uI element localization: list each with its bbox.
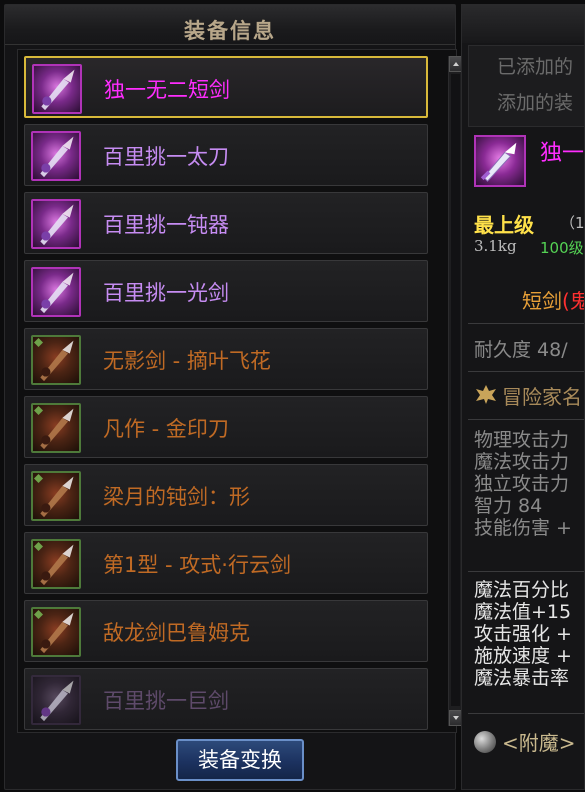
equipment-item-name: 百里挑一钝器 xyxy=(103,213,229,237)
divider xyxy=(468,323,584,324)
weapon-icon xyxy=(31,199,81,249)
weapon-icon xyxy=(31,607,81,657)
equipment-item[interactable]: 梁月的钝剑：形 xyxy=(24,464,428,526)
equipment-item-name: 百里挑一太刀 xyxy=(103,145,229,169)
detail-enchant: <附魔> xyxy=(502,731,576,755)
equipment-item[interactable]: 无影剑 - 摘叶飞花 xyxy=(24,328,428,390)
equipment-item[interactable]: 百里挑一钝器 xyxy=(24,192,428,254)
detail-grade-value: （10 xyxy=(560,214,585,232)
detail-adventurer: 冒险家名 xyxy=(502,385,582,409)
equipment-item-name: 百里挑一光剑 xyxy=(103,281,229,305)
stat-line: 施放速度 + xyxy=(474,645,572,667)
stat-line: 魔法百分比 xyxy=(474,579,570,601)
stat-line: 独立攻击力 xyxy=(474,473,570,495)
equipment-item[interactable]: 百里挑一巨剑 xyxy=(24,668,428,730)
set-mark-icon xyxy=(34,406,43,415)
sword-icon xyxy=(41,69,75,111)
sword-icon xyxy=(40,204,74,246)
set-mark-icon xyxy=(34,338,43,347)
divider xyxy=(468,419,584,420)
detail-type-label: 短剑 xyxy=(522,289,562,313)
equipment-item-name: 独一无二短剑 xyxy=(104,78,230,102)
weapon-icon xyxy=(31,335,81,385)
equipment-item[interactable]: 第1型 - 攻式·行云剑 xyxy=(24,532,428,594)
equipment-item-name: 第1型 - 攻式·行云剑 xyxy=(103,553,291,577)
weapon-icon xyxy=(31,131,81,181)
detail-item-icon xyxy=(474,135,526,187)
sword-icon xyxy=(40,680,74,722)
weapon-icon xyxy=(31,471,81,521)
stat-line: 技能伤害 + xyxy=(474,517,572,539)
scroll-track[interactable] xyxy=(451,74,460,706)
detail-type: 短剑(鬼 xyxy=(522,285,584,314)
weapon-icon xyxy=(31,267,81,317)
stat-line: 魔法暴击率 xyxy=(474,667,570,689)
equipment-item-name: 梁月的钝剑：形 xyxy=(103,485,250,509)
set-mark-icon xyxy=(34,474,43,483)
detail-header xyxy=(462,5,584,43)
weapon-icon xyxy=(32,64,82,114)
weapon-icon xyxy=(31,675,81,725)
equipment-item[interactable]: 凡作 - 金印刀 xyxy=(24,396,428,458)
set-mark-icon xyxy=(34,610,43,619)
enchant-orb-icon xyxy=(474,731,496,753)
detail-notice-box: 已添加的 添加的装 xyxy=(468,45,584,127)
equipment-info-panel: 装备信息 独一无二短剑 百里挑一太刀 百里挑一钝器 百里挑一光剑无影剑 - 摘叶飞花凡… xyxy=(4,4,463,790)
divider xyxy=(468,571,584,572)
set-mark-icon xyxy=(34,542,43,551)
equipment-switch-button[interactable]: 装备变换 xyxy=(176,739,304,781)
panel-title: 装备信息 xyxy=(184,18,276,43)
notice-line-2: 添加的装 xyxy=(497,92,574,114)
stat-line: 魔法值+15 xyxy=(474,601,572,623)
sword-icon xyxy=(40,272,74,314)
weapon-icon xyxy=(31,539,81,589)
equipment-item-name: 百里挑一巨剑 xyxy=(103,689,229,713)
detail-item-name: 独一 xyxy=(540,141,585,166)
divider xyxy=(468,371,584,372)
adventurer-crest-icon xyxy=(476,385,496,404)
item-detail-panel: 已添加的 添加的装 独一 最上级 （10 3.1kg 100级 短剑(鬼 耐久度… xyxy=(461,4,585,790)
detail-durability: 耐久度 48/ xyxy=(474,339,568,361)
stat-line: 攻击强化 + xyxy=(474,623,572,645)
stat-line: 物理攻击力 xyxy=(474,429,570,451)
equipment-item[interactable]: 独一无二短剑 xyxy=(24,56,428,118)
detail-grade: 最上级 xyxy=(474,213,534,237)
detail-type-suffix: (鬼 xyxy=(562,289,584,313)
panel-header: 装备信息 xyxy=(5,5,455,45)
list-scrollbar[interactable] xyxy=(448,56,463,726)
dagger-icon xyxy=(480,142,517,182)
equipment-item[interactable]: 百里挑一光剑 xyxy=(24,260,428,322)
notice-line-1: 已添加的 xyxy=(497,56,574,78)
weapon-icon xyxy=(31,403,81,453)
equipment-item[interactable]: 敌龙剑巴鲁姆克 xyxy=(24,600,428,662)
equipment-item-name: 敌龙剑巴鲁姆克 xyxy=(103,621,250,645)
detail-level: 100级 xyxy=(540,239,584,257)
sword-icon xyxy=(40,136,74,178)
equipment-list: 独一无二短剑 百里挑一太刀 百里挑一钝器 百里挑一光剑无影剑 - 摘叶飞花 凡作 - 金… xyxy=(17,49,463,733)
equipment-item[interactable]: 百里挑一太刀 xyxy=(24,124,428,186)
detail-weight: 3.1kg xyxy=(474,237,517,255)
equipment-item-name: 凡作 - 金印刀 xyxy=(103,417,229,441)
equipment-item-name: 无影剑 - 摘叶飞花 xyxy=(103,349,271,373)
divider xyxy=(468,713,584,714)
stat-line: 魔法攻击力 xyxy=(474,451,570,473)
stat-line: 智力 84 xyxy=(474,495,543,517)
